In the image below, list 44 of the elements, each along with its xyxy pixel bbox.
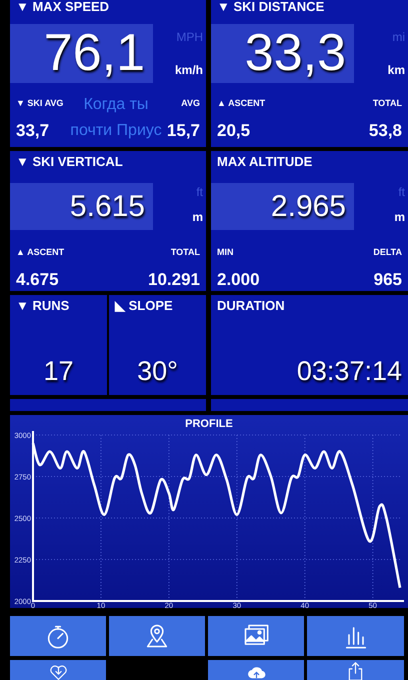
stat-label: ▲ ASCENT	[217, 97, 266, 109]
metric-value: 5.615	[10, 183, 153, 230]
tile-title: DURATION	[216, 299, 286, 313]
cloud-upload-button[interactable]	[208, 660, 304, 680]
stat-label: TOTAL	[170, 246, 200, 258]
heart-download-button[interactable]	[10, 660, 106, 680]
tile-title: MAX ALTITUDE	[216, 155, 314, 169]
photos-button[interactable]	[208, 616, 304, 656]
stat-value: 20,5	[217, 121, 252, 141]
tile-title: ▼ SKI DISTANCE	[216, 0, 326, 14]
chart-title: PROFILE	[185, 418, 233, 430]
metric-value: 2.965	[211, 183, 354, 230]
stat-value: 53,8	[368, 121, 402, 141]
map-pin-button[interactable]	[109, 616, 205, 656]
bar-chart-button[interactable]	[307, 616, 404, 656]
metric-value: 30°	[136, 355, 179, 388]
stopwatch-button[interactable]	[10, 616, 106, 656]
tile-title: ▼ MAX SPEED	[15, 0, 110, 14]
tile-title: ▼ RUNS	[15, 299, 70, 313]
stat-value: 2.000	[217, 270, 260, 290]
unit-option[interactable]: km	[388, 61, 405, 79]
stat-label: AVG	[180, 97, 200, 109]
stat-value: 33,7	[16, 121, 50, 141]
caption-text: почти Приус	[69, 121, 163, 141]
metric-value: 03:37:14	[296, 355, 403, 388]
stat-label: MIN	[217, 246, 234, 258]
tile-title: ▼ SKI VERTICAL	[15, 155, 124, 169]
stat-label: TOTAL	[372, 97, 402, 109]
share-button[interactable]	[307, 660, 404, 680]
stat-value: 15,7	[166, 121, 200, 141]
unit-option[interactable]: m	[394, 208, 405, 226]
metric-value: 33,3	[211, 24, 354, 83]
unit-option[interactable]: m	[192, 208, 203, 226]
metric-value: 17	[42, 355, 75, 388]
stat-label: ▼ SKI AVG	[16, 97, 64, 109]
caption-text: Когда ты	[82, 95, 150, 115]
tile-title: ◣ SLOPE	[114, 299, 174, 313]
metric-value: 76,1	[10, 24, 153, 83]
stat-label: ▲ ASCENT	[16, 246, 64, 258]
stat-value: 10.291	[148, 270, 200, 290]
stat-value: 4.675	[16, 270, 60, 290]
stat-label: DELTA	[373, 246, 402, 258]
unit-option[interactable]: km/h	[174, 61, 203, 79]
stat-value: 965	[373, 270, 402, 290]
